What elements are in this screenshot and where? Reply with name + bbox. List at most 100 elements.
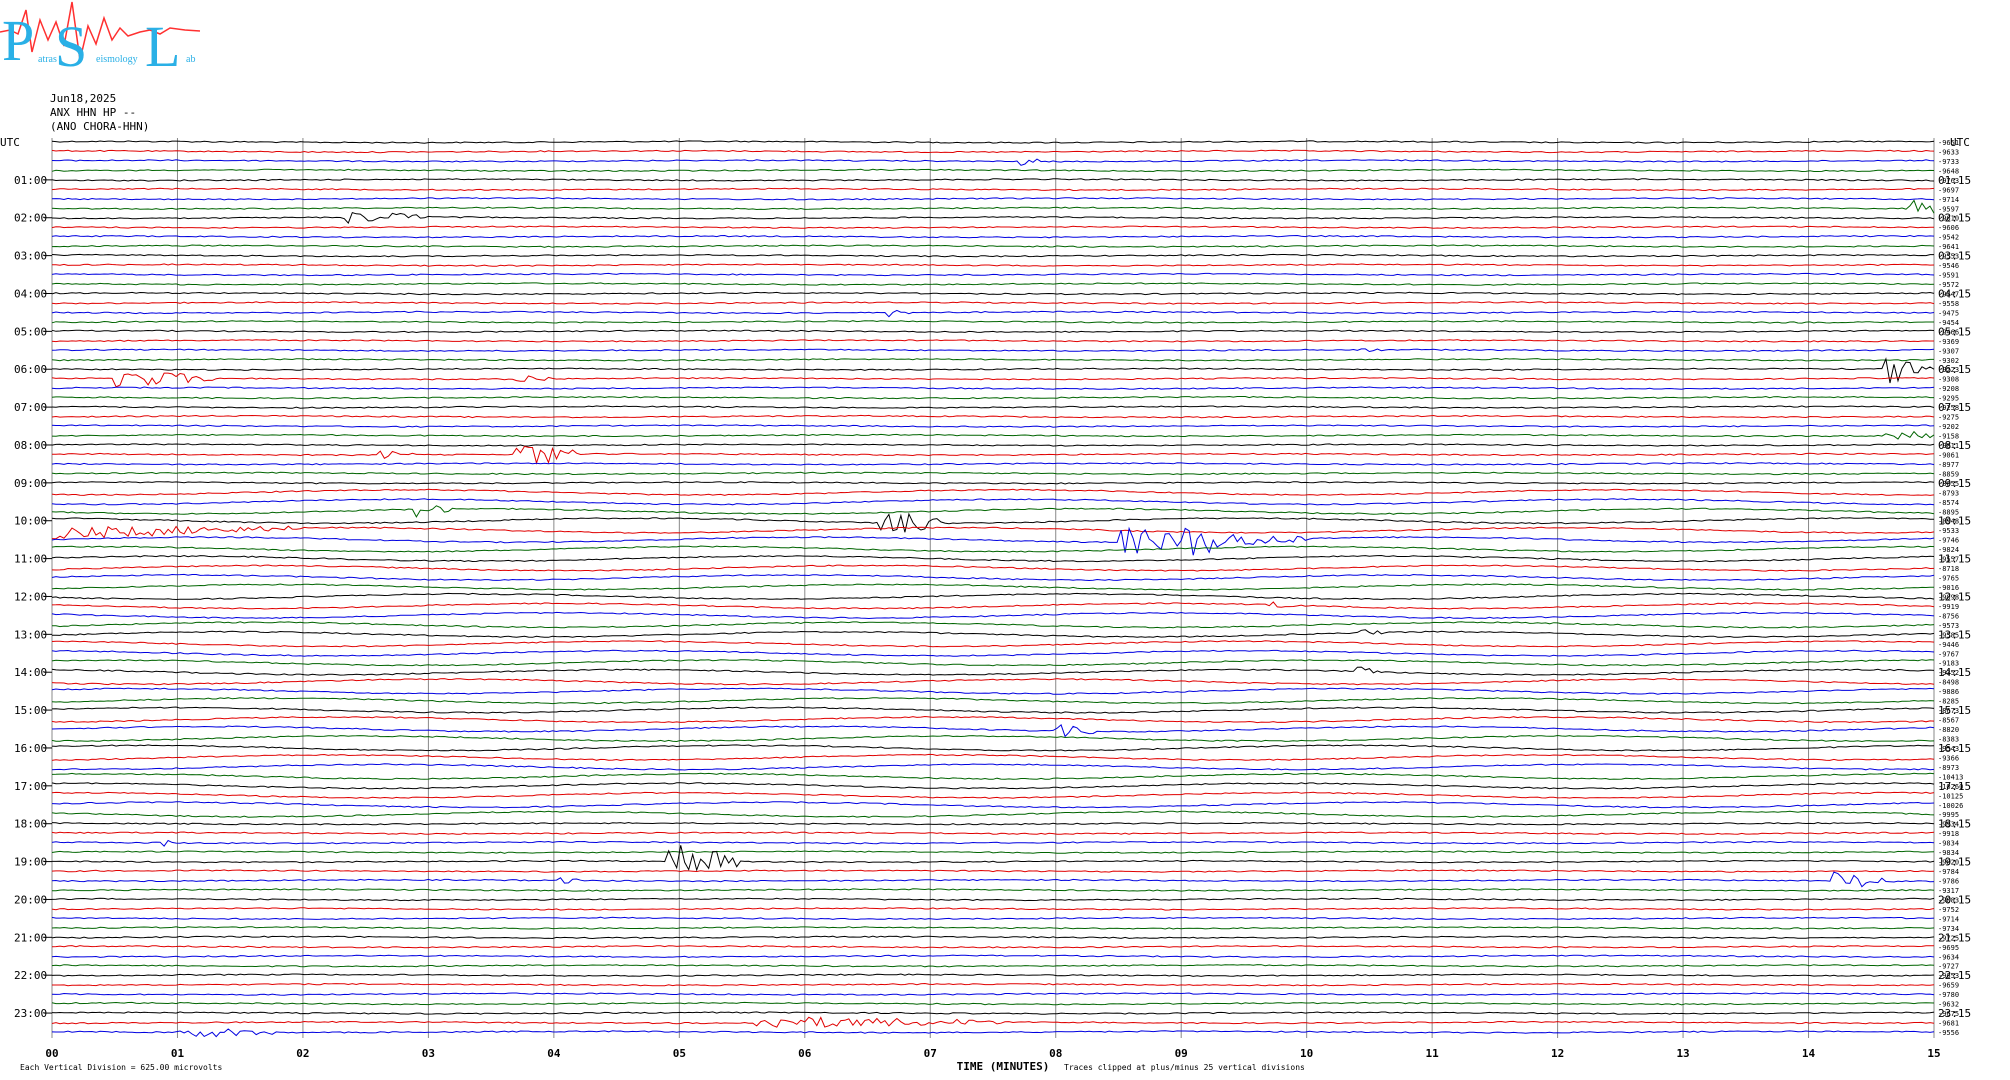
trace-row-33 xyxy=(52,445,1935,465)
right-hour-label-09:15: 09:15 xyxy=(1938,477,1971,490)
trace-row-87 xyxy=(51,964,1935,968)
trace-offset-label-85: -9695 xyxy=(1938,944,1959,952)
trace-row-37 xyxy=(51,488,1935,496)
left-hour-label-21:00: 21:00 xyxy=(14,931,47,944)
trace-offset-label-6: -9714 xyxy=(1938,196,1959,204)
trace-row-1 xyxy=(51,149,1935,154)
left-hour-label-19:00: 19:00 xyxy=(14,856,47,869)
trace-offset-label-65: -9366 xyxy=(1938,754,1959,762)
trace-offset-label-42: -9746 xyxy=(1938,537,1959,545)
trace-offset-label-21: -9369 xyxy=(1938,338,1959,346)
trace-row-34 xyxy=(51,462,1935,466)
x-tick-label-08: 08 xyxy=(1049,1047,1062,1060)
trace-row-30 xyxy=(51,424,1935,428)
footer-clip-note: Traces clipped at plus/minus 25 vertical… xyxy=(1064,1063,1305,1072)
trace-row-36 xyxy=(51,481,1935,485)
left-hour-label-01:00: 01:00 xyxy=(14,174,47,187)
trace-row-76 xyxy=(52,845,1935,872)
trace-offset-label-69: -10125 xyxy=(1938,792,1963,800)
trace-row-26 xyxy=(51,386,1935,390)
trace-row-13 xyxy=(51,263,1935,267)
trace-offset-label-25: -9308 xyxy=(1938,376,1959,384)
x-tick-label-07: 07 xyxy=(924,1047,937,1060)
x-tick-label-10: 10 xyxy=(1300,1047,1313,1060)
trace-offset-label-66: -8973 xyxy=(1938,764,1959,772)
trace-offset-label-62: -8820 xyxy=(1938,726,1959,734)
trace-row-67 xyxy=(51,772,1935,780)
trace-row-3 xyxy=(51,168,1935,173)
trace-offset-label-50: -8756 xyxy=(1938,612,1959,620)
x-tick-label-11: 11 xyxy=(1426,1047,1440,1060)
trace-offset-label-73: -9918 xyxy=(1938,830,1959,838)
trace-row-5 xyxy=(51,187,1935,192)
x-tick-label-01: 01 xyxy=(171,1047,185,1060)
left-hour-label-09:00: 09:00 xyxy=(14,477,47,490)
right-hour-label-10:15: 10:15 xyxy=(1938,515,1971,528)
trace-offset-label-86: -9634 xyxy=(1938,953,1959,961)
trace-row-22 xyxy=(51,348,1935,353)
right-hour-label-04:15: 04:15 xyxy=(1938,287,1971,300)
left-hour-label-12:00: 12:00 xyxy=(14,590,47,603)
trace-row-9 xyxy=(51,225,1935,229)
trace-row-60 xyxy=(51,706,1935,714)
trace-offset-label-57: -8498 xyxy=(1938,679,1959,687)
trace-row-27 xyxy=(51,395,1934,400)
right-hour-label-20:15: 20:15 xyxy=(1938,893,1971,906)
trace-row-92 xyxy=(51,1011,1935,1015)
trace-row-44 xyxy=(51,554,1935,563)
trace-row-74 xyxy=(51,839,1935,847)
trace-row-85 xyxy=(51,945,1935,949)
trace-row-18 xyxy=(51,309,1935,318)
trace-offset-label-22: -9307 xyxy=(1938,347,1959,355)
trace-row-28 xyxy=(51,405,1935,409)
trace-row-59 xyxy=(51,697,1935,705)
right-hour-label-11:15: 11:15 xyxy=(1938,553,1971,566)
left-hour-label-04:00: 04:00 xyxy=(14,287,47,300)
trace-offset-label-41: -9533 xyxy=(1938,527,1959,535)
x-tick-label-06: 06 xyxy=(798,1047,812,1060)
trace-row-73 xyxy=(51,831,1935,835)
left-hour-label-07:00: 07:00 xyxy=(14,401,47,414)
left-hour-label-11:00: 11:00 xyxy=(14,553,47,566)
right-hour-label-07:15: 07:15 xyxy=(1938,401,1971,414)
left-hour-label-08:00: 08:00 xyxy=(14,439,47,452)
trace-row-54 xyxy=(51,649,1935,657)
trace-row-58 xyxy=(51,687,1935,695)
trace-row-63 xyxy=(51,734,1935,743)
trace-row-19 xyxy=(51,320,1934,324)
trace-row-47 xyxy=(51,583,1935,591)
x-tick-label-12: 12 xyxy=(1551,1047,1564,1060)
trace-offset-label-34: -8977 xyxy=(1938,461,1959,469)
trace-row-56 xyxy=(51,666,1935,676)
x-tick-label-05: 05 xyxy=(673,1047,686,1060)
trace-row-61 xyxy=(51,715,1935,724)
trace-row-15 xyxy=(51,282,1935,286)
trace-row-52 xyxy=(52,629,1935,638)
left-hour-label-20:00: 20:00 xyxy=(14,893,47,906)
trace-row-25 xyxy=(51,372,1935,388)
trace-row-64 xyxy=(51,744,1935,752)
left-hour-label-15:00: 15:00 xyxy=(14,704,47,717)
left-hour-label-03:00: 03:00 xyxy=(14,250,47,263)
right-hour-label-22:15: 22:15 xyxy=(1938,969,1971,982)
trace-row-48 xyxy=(51,592,1935,601)
x-tick-label-13: 13 xyxy=(1676,1047,1689,1060)
trace-offset-label-17: -9558 xyxy=(1938,300,1959,308)
trace-offset-label-10: -9542 xyxy=(1938,234,1959,242)
trace-row-32 xyxy=(51,443,1935,447)
trace-offset-label-13: -9546 xyxy=(1938,262,1959,270)
left-hour-label-17:00: 17:00 xyxy=(14,780,47,793)
trace-row-40 xyxy=(51,512,1935,533)
left-hour-label-06:00: 06:00 xyxy=(14,363,47,376)
trace-row-82 xyxy=(51,916,1935,921)
trace-offset-label-14: -9591 xyxy=(1938,272,1959,280)
trace-offset-label-89: -9659 xyxy=(1938,982,1959,990)
trace-row-94 xyxy=(51,1028,1935,1038)
trace-row-72 xyxy=(51,821,1935,826)
trace-row-81 xyxy=(51,907,1935,911)
trace-row-7 xyxy=(51,199,1935,214)
x-tick-label-03: 03 xyxy=(422,1047,435,1060)
trace-row-78 xyxy=(51,871,1935,888)
right-hour-label-21:15: 21:15 xyxy=(1938,931,1971,944)
trace-row-45 xyxy=(51,564,1935,572)
